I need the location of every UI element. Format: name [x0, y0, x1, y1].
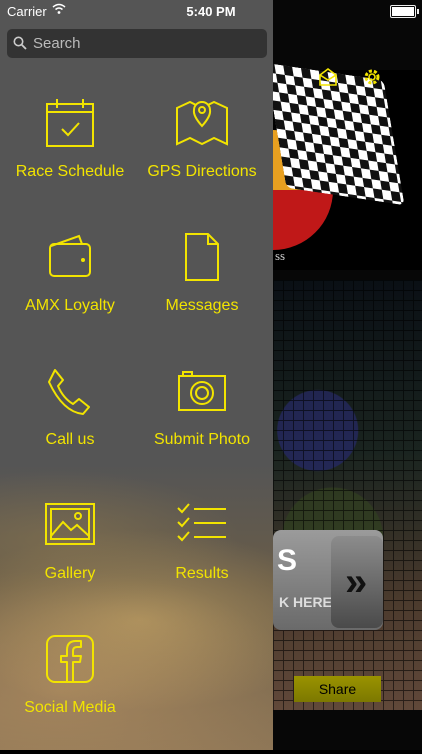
menu-item-gallery[interactable]: Gallery [2, 490, 138, 620]
document-icon [185, 233, 219, 281]
menu-item-gps-directions[interactable]: GPS Directions [134, 88, 270, 218]
clock: 5:40 PM [186, 4, 236, 19]
double-chevron-icon: » [345, 560, 368, 604]
menu-item-label: Submit Photo [153, 431, 251, 448]
menu-item-social-media[interactable]: Social Media [2, 624, 138, 754]
hero-logo: ss [273, 62, 422, 270]
hero-tagline: ss [275, 248, 286, 263]
map-pin-icon [176, 100, 228, 146]
share-button[interactable]: Share [294, 676, 381, 702]
facebook-icon [46, 635, 94, 683]
camera-icon [178, 371, 226, 411]
image-icon [45, 503, 95, 545]
phone-icon [48, 369, 90, 415]
banner-text: S [277, 544, 298, 577]
menu-item-label: Gallery [44, 565, 96, 582]
menu-item-race-schedule[interactable]: Race Schedule [2, 88, 138, 218]
side-menu: Race Schedule GPS Directions AMX Loyalty… [0, 0, 273, 750]
menu-item-label: Results [175, 565, 229, 582]
checklist-icon [177, 503, 226, 542]
menu-item-results[interactable]: Results [134, 490, 270, 620]
menu-item-label: Social Media [24, 699, 116, 716]
menu-item-label: Messages [165, 297, 239, 314]
next-arrow-button[interactable]: » [331, 536, 383, 628]
menu-item-label: AMX Loyalty [25, 297, 115, 314]
menu-item-label: Race Schedule [15, 163, 125, 180]
menu-item-submit-photo[interactable]: Submit Photo [134, 356, 270, 486]
gear-icon[interactable] [361, 66, 383, 88]
menu-item-label: GPS Directions [147, 163, 257, 180]
status-bar: Carrier 5:40 PM [0, 0, 422, 22]
banner-subtext: K HERE [279, 594, 332, 610]
wallet-icon [49, 234, 91, 277]
inbox-icon[interactable] [317, 66, 339, 88]
menu-item-label: Call us [45, 431, 95, 448]
search-icon [13, 36, 27, 50]
battery-icon [390, 5, 419, 18]
menu-item-amx-loyalty[interactable]: AMX Loyalty [2, 222, 138, 352]
calendar-icon [46, 99, 94, 147]
search-input[interactable] [33, 29, 259, 58]
menu-item-messages[interactable]: Messages [134, 222, 270, 352]
rider-photo [273, 280, 422, 710]
menu-item-call-us[interactable]: Call us [2, 356, 138, 486]
main-content-peek: ss S K HERE » Share [273, 0, 422, 750]
search-bar[interactable] [7, 29, 267, 58]
